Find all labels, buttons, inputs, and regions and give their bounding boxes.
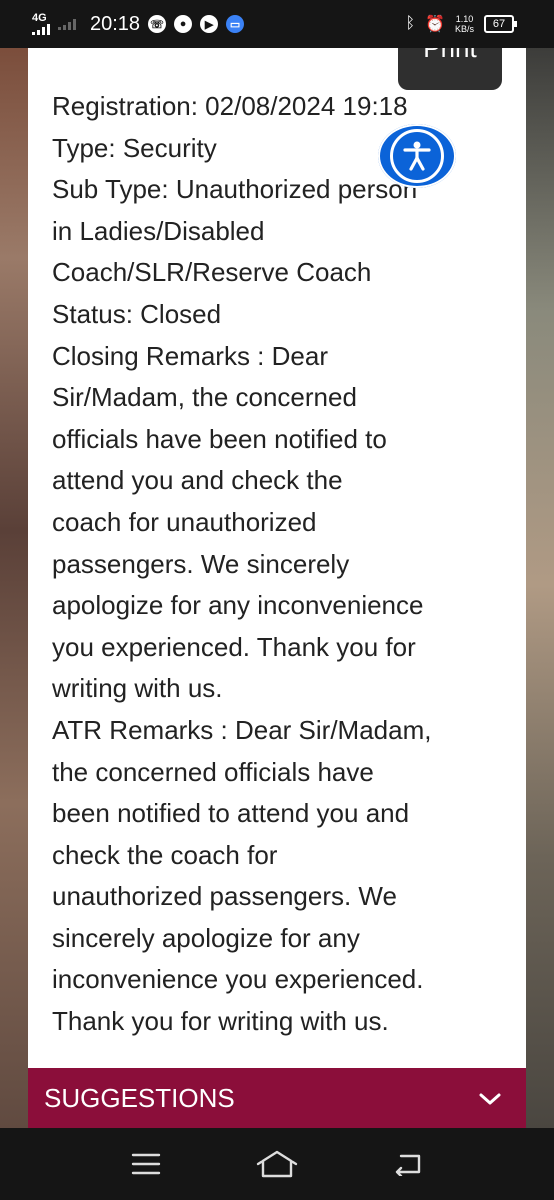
message-app-icon: ●: [174, 15, 193, 33]
network-speed: 1.10 KB/s: [455, 14, 474, 34]
detail-line: Registration: 02/08/2024 19:18: [52, 91, 408, 121]
status-bar: 4G 20:18 ☏ ● ▶ ▭ ᛒ ⏰ 1.10 KB/s 67: [0, 0, 554, 48]
detail-line: ATR Remarks : Dear Sir/Madam,: [52, 714, 432, 745]
network-indicator: 4G: [32, 13, 50, 35]
detail-line: Sub Type: Unauthorized person: [52, 174, 418, 205]
suggestions-accordion[interactable]: SUGGESTIONS: [28, 1068, 526, 1128]
background-left-edge: [0, 40, 28, 1130]
home-button[interactable]: [253, 1140, 301, 1188]
menu-button[interactable]: [122, 1140, 170, 1188]
accessibility-icon: [390, 129, 444, 183]
chevron-down-icon[interactable]: [478, 1083, 502, 1114]
network-speed-value: 1.10: [455, 14, 474, 24]
detail-line: Coach/SLR/Reserve Coach: [52, 257, 372, 288]
detail-line: sincerely apologize for any: [52, 922, 360, 953]
detail-line: passengers. We sincerely: [52, 548, 350, 579]
back-icon: [396, 1154, 421, 1176]
detail-line: officials have been notified to: [52, 423, 387, 454]
background-right-edge: [526, 40, 554, 1130]
bluetooth-icon: ᛒ: [405, 15, 416, 32]
network-speed-unit: KB/s: [454, 24, 474, 34]
detail-line: attend you and check the: [52, 465, 343, 496]
youtube-app-icon: ▶: [200, 15, 219, 33]
system-navigation-bar: [0, 1128, 554, 1200]
signal-2-icon: [58, 18, 76, 30]
suggestions-label: SUGGESTIONS: [44, 1082, 235, 1113]
detail-line: the concerned officials have: [52, 756, 374, 787]
detail-line: been notified to attend you and: [52, 798, 410, 829]
detail-line: you experienced. Thank you for: [52, 631, 416, 662]
detail-line: inconvenience you experienced.: [52, 964, 424, 995]
print-button-label: Print: [423, 48, 477, 63]
phone-app-icon: ☏: [148, 15, 167, 33]
detail-line: in Ladies/Disabled: [52, 215, 265, 246]
detail-line: apologize for any inconvenience: [52, 590, 424, 621]
complaint-details: Registration: 02/08/2024 19:18 Type: Sec…: [52, 86, 522, 1043]
detail-line: Thank you for writing with us.: [52, 1006, 389, 1037]
battery-icon: 67: [484, 15, 517, 33]
detail-line: Closing Remarks : Dear: [52, 340, 328, 371]
detail-line: coach for unauthorized: [52, 506, 317, 537]
back-button[interactable]: [384, 1140, 432, 1188]
accessibility-button[interactable]: [378, 124, 456, 188]
network-type: 4G: [32, 12, 47, 24]
detail-line: unauthorized passengers. We: [52, 881, 397, 912]
home-icon: [256, 1150, 298, 1178]
detail-line: writing with us.: [52, 673, 223, 704]
detail-line: check the coach for: [52, 839, 278, 870]
menu-icon: [131, 1153, 160, 1175]
clock: 20:18: [90, 12, 141, 35]
battery-level: 67: [492, 18, 506, 30]
detail-line: Status: Closed: [52, 298, 222, 329]
detail-line: Sir/Madam, the concerned: [52, 382, 357, 413]
alarm-icon: ⏰: [425, 16, 445, 33]
notification-app-icon: ▭: [226, 15, 245, 33]
signal-icon: [32, 23, 50, 35]
print-button[interactable]: Print: [398, 48, 502, 90]
